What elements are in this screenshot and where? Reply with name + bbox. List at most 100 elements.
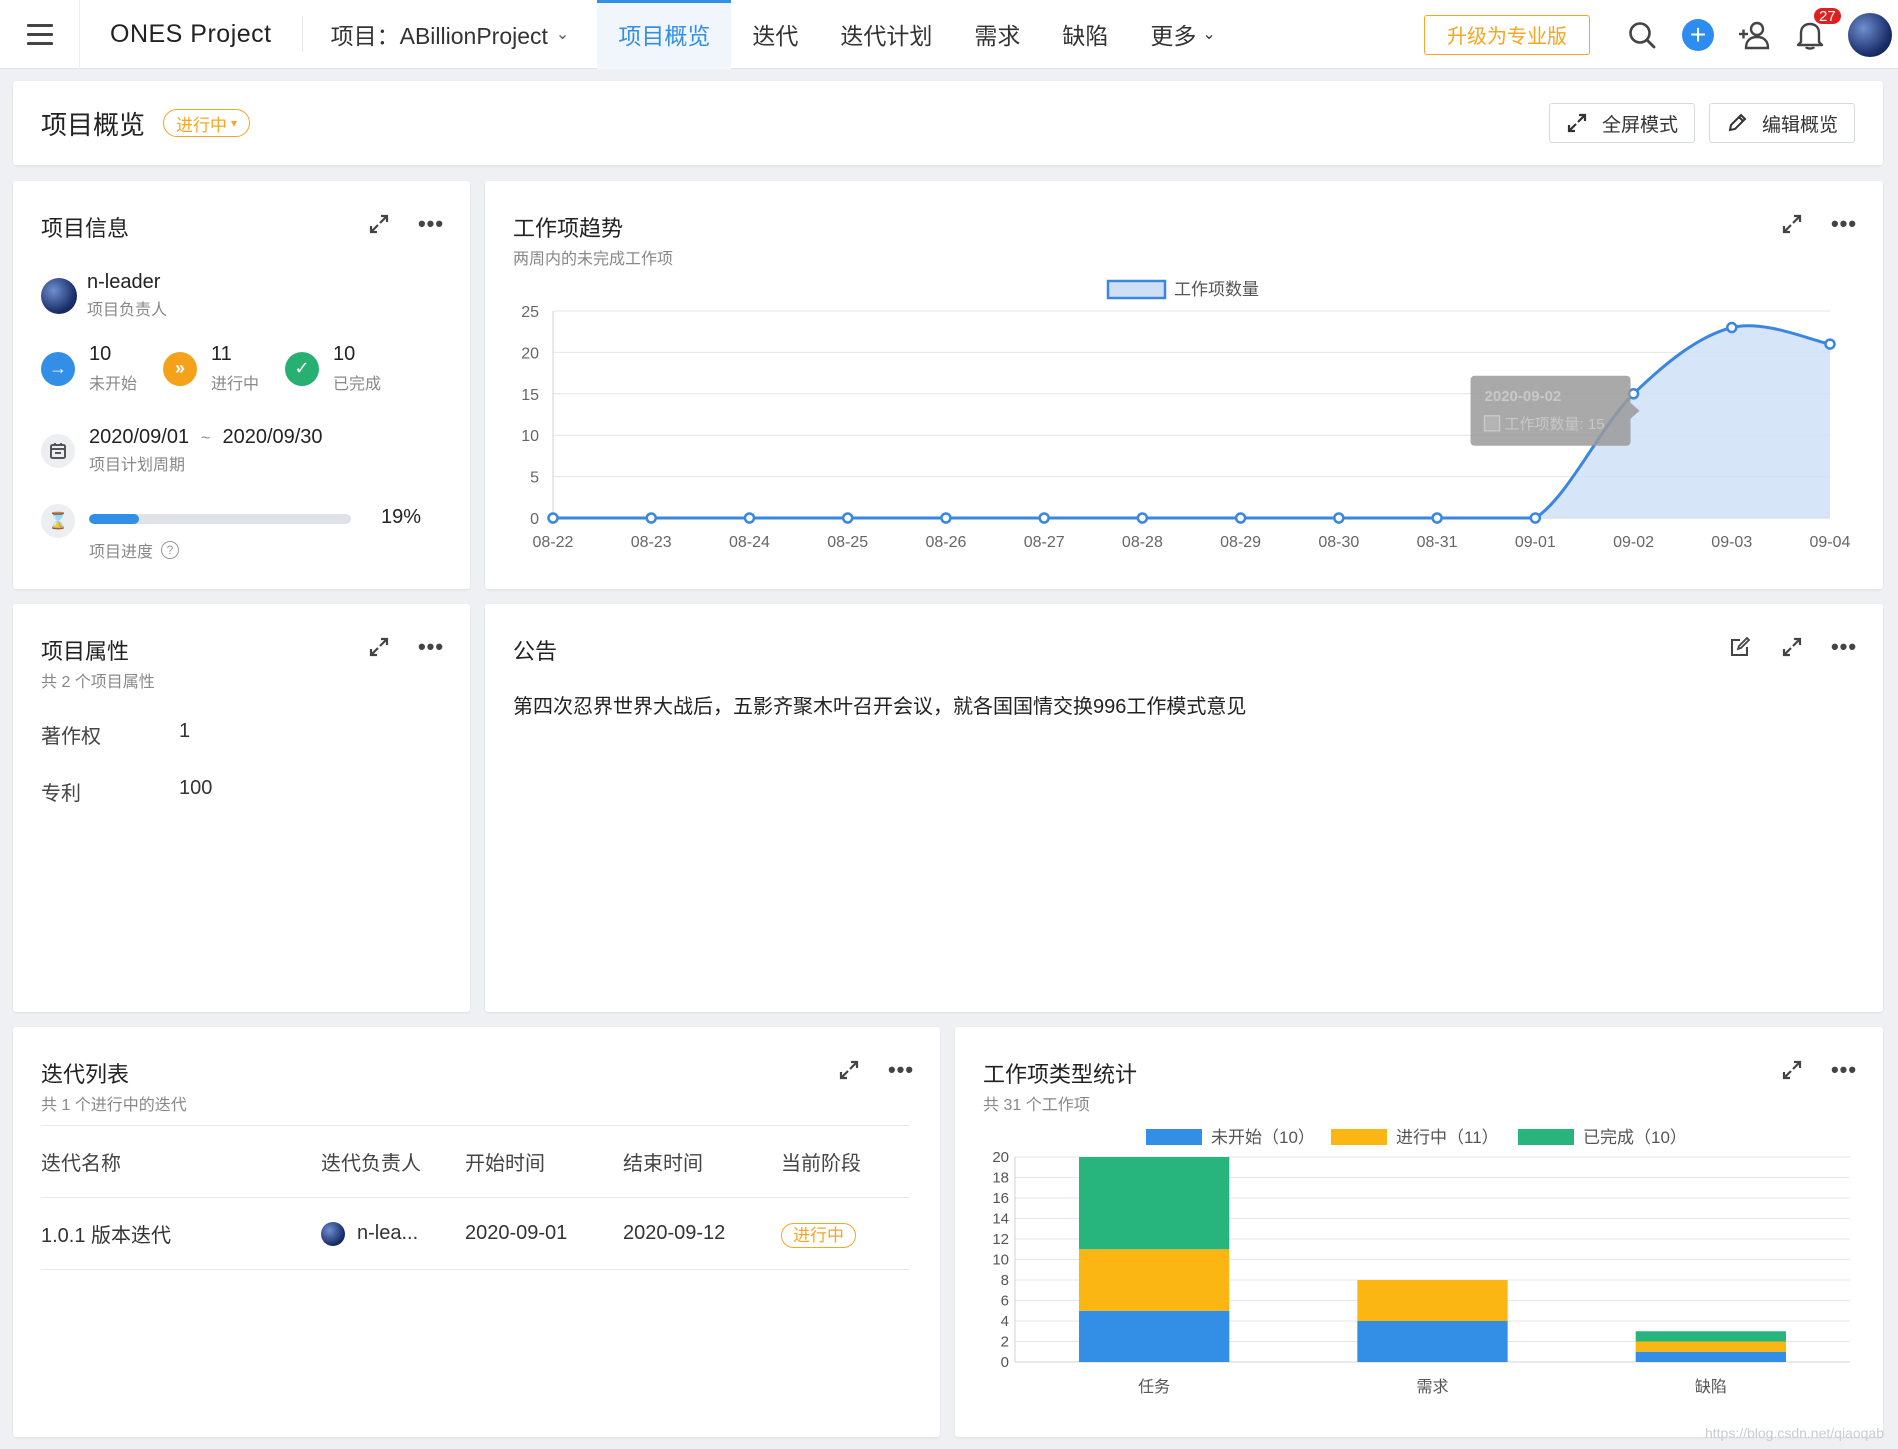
y-tick-label: 20 <box>521 345 539 362</box>
card-tools: ••• <box>366 211 444 237</box>
period-dates: 2020/09/01 ~2020/09/30 <box>89 426 323 449</box>
column-header[interactable]: 当前阶段 <box>781 1147 909 1176</box>
tab-requirements[interactable]: 需求 <box>953 0 1041 69</box>
add-member-button[interactable] <box>1726 0 1782 69</box>
top-right-actions: 升级为专业版 + 27 <box>1424 0 1898 69</box>
expand-card-button[interactable] <box>366 634 392 660</box>
bar-segment <box>1357 1321 1508 1362</box>
edit-announcement-button[interactable] <box>1727 634 1753 660</box>
legend-label: 进行中（11） <box>1396 1128 1499 1147</box>
project-switcher[interactable]: 项目：ABillionProject ⌄ <box>303 17 598 51</box>
chevron-down-icon: ▾ <box>231 116 238 130</box>
help-icon[interactable]: ? <box>161 541 180 559</box>
tab-more[interactable]: 更多 ⌄ <box>1129 0 1236 69</box>
plan-period: 2020/09/01 ~2020/09/30 项目计划周期 <box>41 426 323 475</box>
stat-value: 11 <box>211 343 232 365</box>
card-tools: ••• <box>366 634 444 660</box>
tab-defects[interactable]: 缺陷 <box>1041 0 1129 69</box>
watermark: https://blog.csdn.net/qiaoqab <box>1704 1425 1884 1441</box>
tab-overview[interactable]: 项目概览 <box>597 0 732 69</box>
x-tick-label: 08-23 <box>631 534 672 551</box>
column-header[interactable]: 迭代名称 <box>41 1147 321 1176</box>
trend-chart[interactable]: 工作项数量 0 5 10 15 20 25 08-22 08-23 08-24 08-25 08-26… <box>485 181 1883 589</box>
table-header: 迭代名称 迭代负责人 开始时间 结束时间 当前阶段 <box>41 1126 909 1198</box>
column-header[interactable]: 迭代负责人 <box>321 1147 465 1176</box>
bar-segment <box>1357 1280 1508 1321</box>
type-stats-chart[interactable]: 未开始（10） 进行中（11） 已完成（10） 0 2 4 6 8 10 12 14 16 18 20 任务… <box>955 1027 1883 1437</box>
x-tick-label: 09-01 <box>1515 534 1556 551</box>
stat-in-progress[interactable]: » 11 进行中 <box>163 343 263 394</box>
upgrade-button[interactable]: 升级为专业版 <box>1424 14 1590 55</box>
tab-label: 项目概览 <box>618 23 711 49</box>
y-tick-label: 8 <box>1001 1272 1009 1289</box>
stat-label: 未开始 <box>89 376 138 393</box>
more-options-button[interactable]: ••• <box>1831 634 1857 660</box>
brand-logo[interactable]: ONES Project <box>80 16 303 52</box>
table-row[interactable]: 1.0.1 版本迭代 n-lea... 2020-09-01 2020-09-1… <box>41 1198 909 1270</box>
search-button[interactable] <box>1614 0 1670 69</box>
project-progress: ⌛ 项目进度? 19% <box>41 504 422 562</box>
more-options-button[interactable]: ••• <box>418 211 444 237</box>
data-point <box>1529 512 1542 524</box>
fullscreen-button[interactable]: 全屏模式 <box>1548 103 1695 143</box>
expand-icon <box>369 637 389 657</box>
expand-card-button[interactable] <box>366 211 392 237</box>
column-header[interactable]: 开始时间 <box>465 1147 623 1176</box>
user-avatar[interactable] <box>1848 12 1892 57</box>
leader-name: n-leader <box>87 271 161 293</box>
menu-button[interactable] <box>0 0 80 69</box>
fullscreen-label: 全屏模式 <box>1601 114 1678 136</box>
notifications-button[interactable]: 27 <box>1782 0 1843 69</box>
progress-percent: 19% <box>381 506 422 528</box>
y-tick-label: 4 <box>1001 1313 1009 1330</box>
bar-segment <box>1079 1157 1230 1250</box>
announcement-text: 第四次忍界世界大战后，五影齐聚木叶召开会议，就各国国情交换996工作模式意见 <box>513 696 1247 718</box>
iteration-start: 2020-09-01 <box>465 1222 568 1244</box>
stat-done[interactable]: ✓ 10 已完成 <box>285 343 385 394</box>
x-tick-label: 08-28 <box>1122 534 1163 551</box>
more-options-button[interactable]: ••• <box>418 634 444 660</box>
plus-icon: + <box>1682 18 1714 51</box>
ellipsis-icon: ••• <box>417 634 445 659</box>
more-options-button[interactable]: ••• <box>888 1057 914 1083</box>
header-actions: 全屏模式 编辑概览 <box>1548 103 1855 143</box>
bar-segment <box>1635 1341 1786 1352</box>
bar-segment <box>1079 1249 1230 1311</box>
tab-iteration-plan[interactable]: 迭代计划 <box>819 0 953 69</box>
x-tick-label: 09-02 <box>1613 534 1654 551</box>
column-header[interactable]: 结束时间 <box>623 1147 781 1176</box>
expand-card-button[interactable] <box>1779 634 1805 660</box>
progress-label: 项目进度? <box>89 538 351 562</box>
x-tick-label: 08-27 <box>1024 534 1065 551</box>
stat-label: 已完成 <box>333 376 382 393</box>
iteration-name[interactable]: 1.0.1 版本迭代 <box>41 1219 321 1248</box>
create-button[interactable]: + <box>1670 0 1726 69</box>
y-tick-label: 15 <box>521 387 539 404</box>
legend-label: 工作项数量 <box>1174 280 1259 299</box>
calendar-icon <box>41 433 75 468</box>
data-point <box>1824 338 1836 350</box>
card-title: 公告 <box>513 639 558 664</box>
tab-iterations[interactable]: 迭代 <box>731 0 819 69</box>
edit-overview-button[interactable]: 编辑概览 <box>1708 103 1855 143</box>
stat-not-started[interactable]: → 10 未开始 <box>41 343 141 394</box>
stat-label: 进行中 <box>211 376 260 393</box>
attribute-key: 著作权 <box>41 726 101 748</box>
iteration-owner: n-lea... <box>321 1221 465 1246</box>
add-user-icon <box>1739 21 1770 49</box>
end-date: 2020/09/30 <box>222 426 323 448</box>
project-status-dropdown[interactable]: 进行中 ▾ <box>163 109 251 137</box>
x-tick-label: 缺陷 <box>1695 1378 1727 1396</box>
tooltip-box <box>1470 375 1631 446</box>
x-tick-label: 08-24 <box>729 534 770 551</box>
data-point <box>743 512 756 524</box>
iteration-end: 2020-09-12 <box>623 1222 726 1244</box>
y-tick-label: 2 <box>1001 1334 1009 1351</box>
y-tick-label: 18 <box>992 1170 1009 1187</box>
y-tick-label: 12 <box>992 1231 1009 1248</box>
card-title: 项目信息 <box>41 216 130 241</box>
data-point <box>1234 512 1247 524</box>
avatar <box>41 277 77 314</box>
bar-segment <box>1635 1331 1786 1342</box>
expand-card-button[interactable] <box>836 1057 862 1083</box>
